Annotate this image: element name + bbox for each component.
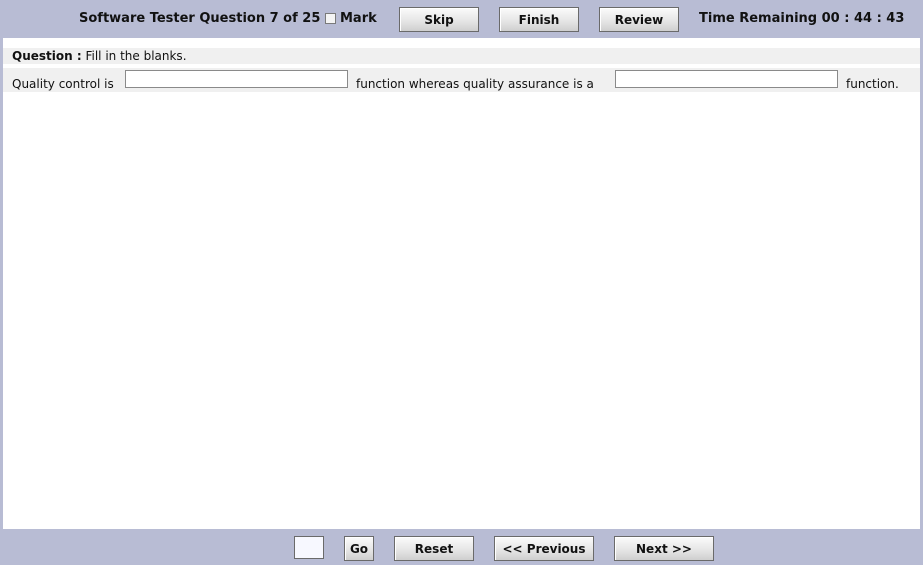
- blank-input-1[interactable]: [125, 70, 348, 88]
- blank-input-2[interactable]: [615, 70, 838, 88]
- reset-button[interactable]: Reset: [394, 536, 474, 561]
- mark-checkbox[interactable]: [325, 13, 336, 24]
- answer-text-part-1: Quality control is: [12, 77, 114, 91]
- mark-label: Mark: [340, 11, 377, 26]
- previous-button[interactable]: << Previous: [494, 536, 594, 561]
- answer-text-part-2: function whereas quality assurance is a: [356, 77, 594, 91]
- skip-button[interactable]: Skip: [399, 7, 479, 32]
- next-button[interactable]: Next >>: [614, 536, 714, 561]
- finish-button[interactable]: Finish: [499, 7, 579, 32]
- answer-text-part-3: function.: [846, 77, 899, 91]
- time-remaining: Time Remaining 00 : 44 : 43: [699, 11, 905, 26]
- question-label: Question :: [12, 49, 82, 63]
- review-button[interactable]: Review: [599, 7, 679, 32]
- top-toolbar: Software Tester Question 7 of 25 Mark Sk…: [0, 0, 923, 38]
- question-heading: Question : Fill in the blanks.: [12, 49, 187, 63]
- question-panel: Question : Fill in the blanks. Quality c…: [3, 38, 920, 529]
- bottom-toolbar: Go Reset << Previous Next >>: [0, 529, 923, 565]
- exam-question-title: Software Tester Question 7 of 25: [79, 11, 321, 26]
- question-prompt: Fill in the blanks.: [85, 49, 187, 63]
- mark-question-toggle[interactable]: Mark: [325, 11, 377, 26]
- go-button[interactable]: Go: [344, 536, 374, 561]
- question-number-input[interactable]: [294, 536, 324, 559]
